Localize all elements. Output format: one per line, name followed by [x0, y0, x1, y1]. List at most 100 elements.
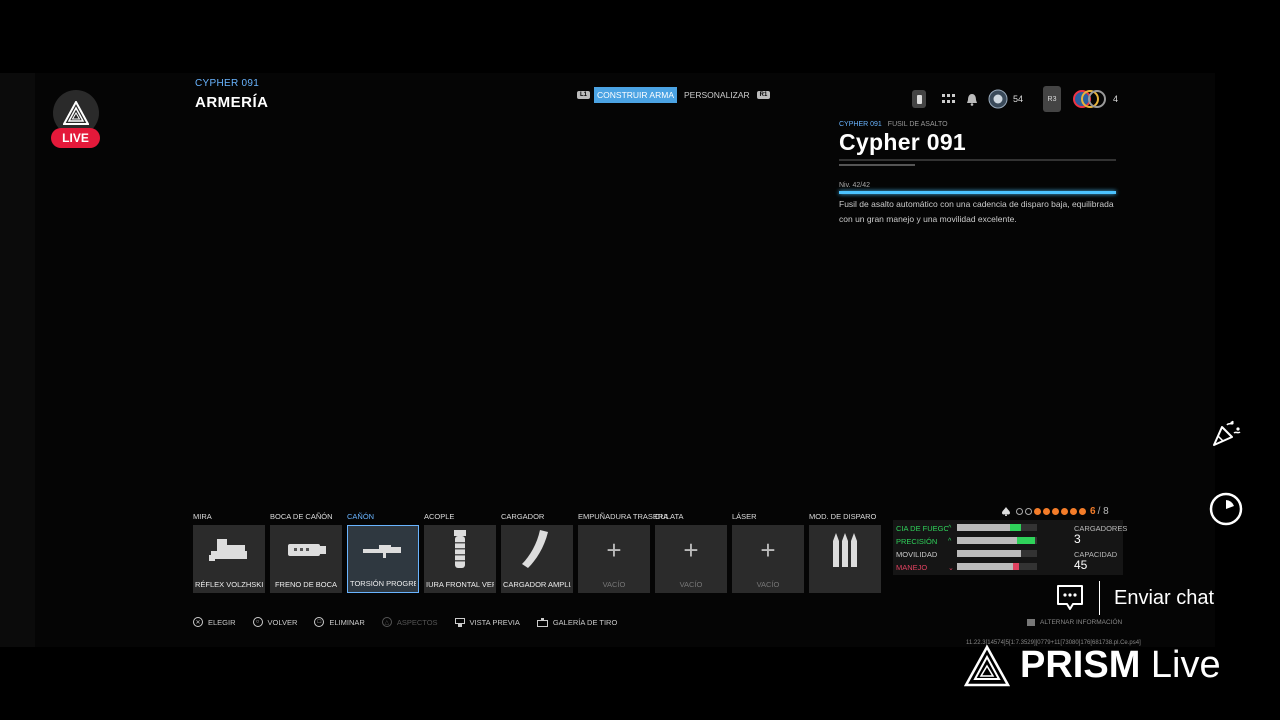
stat-name: CIA DE FUEGO: [896, 524, 948, 533]
attachment-dots: [1016, 508, 1086, 515]
bell-icon[interactable]: [966, 93, 978, 106]
rings-emblem-icon: [1073, 90, 1107, 108]
attachment-counter: 6 / 8: [1002, 506, 1109, 517]
magazine-icon: [501, 530, 573, 569]
arrow-up-icon: ^: [948, 525, 952, 532]
stat-bar-fill: [957, 524, 1037, 531]
stat-base-fill: [957, 537, 1017, 544]
hud-bar: 54 R3 4: [912, 86, 1118, 112]
attachment-total: / 8: [1097, 506, 1109, 517]
square-button-icon: □: [314, 617, 325, 627]
slot-attachment: RÉFLEX VOLZHSKIY: [195, 580, 263, 589]
slot-box[interactable]: IURA FRONTAL VERTICAL: [424, 525, 496, 593]
slot-category: CARGADOR: [501, 512, 545, 521]
slot-empunadura-trasera[interactable]: EMPUÑADURA TRASERA + VACÍO: [578, 512, 668, 593]
r3-key-label: R3: [1047, 95, 1057, 103]
slot-box[interactable]: + VACÍO: [732, 525, 804, 593]
attachment-dot-empty: [1025, 508, 1032, 515]
attachment-dot-filled: [1070, 508, 1077, 515]
magazines-value: 3: [1074, 532, 1081, 546]
footer-label: VOLVER: [267, 617, 298, 627]
slot-acople[interactable]: ACOPLE IURA FRONTAL VERTICAL: [424, 512, 496, 593]
alternate-info[interactable]: ALTERNAR INFORMACIÓN: [1027, 619, 1122, 626]
footer-vista-previa[interactable]: VISTA PREVIA: [454, 617, 520, 627]
stats-panel: CIA DE FUEGO ^ PRECISIÓN ^ MOVILIDAD MAN…: [893, 520, 1127, 575]
stat-base-fill: [957, 550, 1021, 557]
slot-box[interactable]: CARGADOR AMPLIADO I: [501, 525, 573, 593]
weapon-meta-name: CYPHER 091: [839, 121, 882, 128]
gallery-icon: [536, 617, 548, 627]
attachment-dot-filled: [1052, 508, 1059, 515]
slot-category: BOCA DE CAÑÓN: [270, 512, 333, 521]
footer-label: ASPECTOS: [396, 617, 438, 627]
live-badge: LIVE: [51, 128, 100, 148]
cross-button-icon: ✕: [193, 617, 203, 627]
weapon-name: Cypher 091: [839, 129, 967, 155]
footer-volver[interactable]: ○ VOLVER: [252, 617, 298, 627]
weapon-info-panel: CYPHER 091 FUSIL DE ASALTO Cypher 091 Niv…: [839, 121, 1116, 227]
footer-galeria-de-tiro[interactable]: GALERÍA DE TIRO: [536, 617, 617, 627]
footer-label: ELEGIR: [208, 617, 236, 627]
barrel-icon: [348, 532, 418, 570]
slot-laser[interactable]: LÁSER + VACÍO: [732, 512, 804, 593]
stat-bar-fill: [957, 563, 1037, 570]
page-title: ARMERÍA: [195, 94, 269, 111]
left-strip: [0, 73, 35, 647]
controller-icon[interactable]: [912, 90, 926, 108]
prism-brand-light: Live: [1150, 644, 1221, 686]
slot-attachment: FRENO DE BOCA: [274, 580, 338, 589]
slot-box[interactable]: FRENO DE BOCA: [270, 525, 342, 593]
tab-construir-arma[interactable]: CONSTRUIR ARMA: [594, 87, 677, 103]
tab-personalizar[interactable]: PERSONALIZAR: [681, 87, 753, 103]
r1-key-icon: R1: [756, 91, 771, 99]
l1-key-icon: L1: [577, 91, 591, 99]
footer-label: ELIMINAR: [329, 617, 365, 627]
slot-cargador[interactable]: CARGADOR CARGADOR AMPLIADO I: [501, 512, 573, 593]
slot-box[interactable]: + VACÍO: [578, 525, 650, 593]
spade-icon: [1002, 507, 1010, 516]
slot-boca-de-canon[interactable]: BOCA DE CAÑÓN FRENO DE BOCA: [270, 512, 342, 593]
slot-mira[interactable]: MIRA RÉFLEX VOLZHSKIY: [193, 512, 265, 593]
stat-bar-fill: [957, 537, 1037, 544]
attachment-dot-empty: [1016, 508, 1023, 515]
prism-live-text: PRISM Live: [1020, 644, 1221, 687]
stat-bar: [957, 524, 1037, 531]
slot-category: CULATA: [655, 512, 684, 521]
stat-row: PRECISIÓN ^: [896, 537, 951, 546]
stat-name: MOVILIDAD: [896, 550, 938, 559]
attachment-dot-filled: [1079, 508, 1086, 515]
stat-bar: [957, 550, 1037, 557]
plus-icon: +: [606, 535, 622, 565]
slot-category: LÁSER: [732, 512, 757, 521]
arrow-up-icon: ^: [948, 538, 952, 545]
grid-menu-icon[interactable]: [942, 94, 956, 104]
stat-bar: [957, 563, 1037, 570]
weapon-description: Fusil de asalto automático con una caden…: [839, 199, 1114, 224]
preview-icon: [454, 617, 465, 627]
footer-label: VISTA PREVIA: [469, 617, 520, 627]
capacity-value: 45: [1074, 558, 1088, 572]
footer-elegir[interactable]: ✕ ELEGIR: [193, 617, 236, 627]
slot-box[interactable]: + VACÍO: [655, 525, 727, 593]
stat-row: MANEJO ⌄: [896, 563, 954, 572]
r3-key-icon[interactable]: R3: [1043, 86, 1062, 112]
footer-eliminar[interactable]: □ ELIMINAR: [314, 617, 365, 627]
stat-name: PRECISIÓN: [896, 537, 938, 546]
slot-canon[interactable]: CAÑÓN TORSIÓN PROGRESIVA: [347, 512, 419, 593]
alternate-info-label: ALTERNAR INFORMACIÓN: [1040, 619, 1123, 627]
slot-box-selected[interactable]: TORSIÓN PROGRESIVA: [347, 525, 419, 593]
slot-attachment: IURA FRONTAL VERTICAL: [426, 580, 494, 589]
slot-mod-de-disparo[interactable]: MOD. DE DISPARO: [809, 512, 881, 593]
send-chat-button[interactable]: Enviar chat: [1055, 580, 1214, 616]
party-popper-icon[interactable]: [1207, 414, 1245, 452]
prism-logo-icon: [964, 644, 1010, 686]
footer-aspectos[interactable]: △ ASPECTOS: [381, 617, 438, 627]
slot-attachment: CARGADOR AMPLIADO I: [503, 580, 571, 589]
timer-icon[interactable]: [1207, 490, 1245, 528]
slot-box[interactable]: RÉFLEX VOLZHSKIY: [193, 525, 265, 593]
slot-culata[interactable]: CULATA + VACÍO: [655, 512, 727, 593]
stat-bonus-fill: [1010, 524, 1021, 531]
slot-box[interactable]: [809, 525, 881, 593]
stat-row: MOVILIDAD: [896, 550, 948, 559]
tab-bar: L1 CONSTRUIR ARMA PERSONALIZAR R1: [577, 87, 771, 103]
